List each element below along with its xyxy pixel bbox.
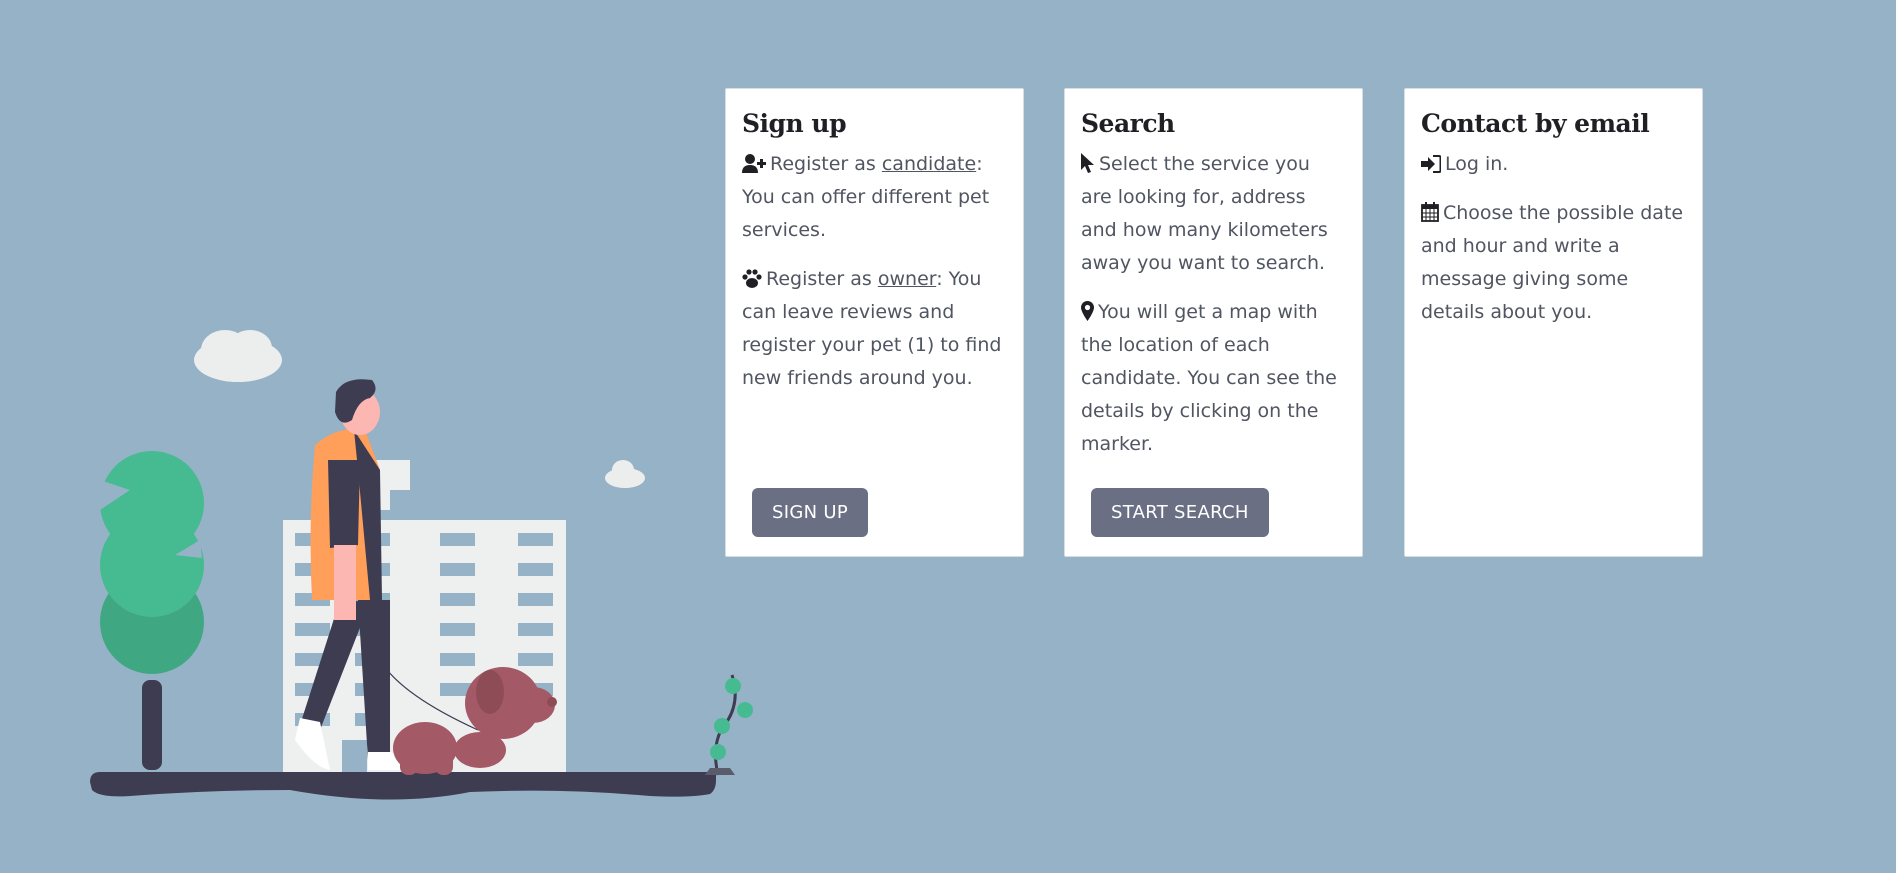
- cloud-small: [605, 460, 645, 488]
- paw-icon: [742, 269, 762, 288]
- candidate-link[interactable]: candidate: [882, 153, 976, 175]
- card-item: You will get a map with the location of …: [1081, 296, 1346, 461]
- user-plus-icon: [742, 154, 766, 173]
- item-text: Select the service you are looking for, …: [1081, 153, 1328, 274]
- card-item: Log in.: [1421, 148, 1686, 181]
- item-text: You will get a map with the location of …: [1081, 301, 1337, 455]
- card-sign-up: Sign up Register as candidate: You can o…: [725, 88, 1024, 557]
- card-contact-by-email: Contact by email Log in. Choose the poss…: [1404, 88, 1703, 557]
- card-item: Register as owner: You can leave reviews…: [742, 263, 1007, 395]
- card-item: Register as candidate: You can offer dif…: [742, 148, 1007, 247]
- calendar-icon: [1421, 202, 1439, 222]
- cloud-large: [194, 330, 282, 382]
- card-title: Contact by email: [1421, 109, 1650, 138]
- item-text: Register as: [766, 268, 878, 290]
- sign-in-icon: [1421, 155, 1441, 173]
- owner-link[interactable]: owner: [878, 268, 936, 290]
- cursor-icon: [1081, 153, 1094, 173]
- ground: [90, 772, 716, 800]
- tree: [100, 451, 204, 770]
- item-text: Choose the possible date and hour and wr…: [1421, 202, 1684, 323]
- card-item: Select the service you are looking for, …: [1081, 148, 1346, 280]
- start-search-button[interactable]: START SEARCH: [1091, 488, 1269, 537]
- plant: [705, 674, 753, 776]
- map-marker-icon: [1081, 301, 1094, 321]
- sign-up-button[interactable]: SIGN UP: [752, 488, 868, 537]
- person-walking-dog-illustration: [90, 330, 753, 800]
- card-title: Search: [1081, 109, 1175, 138]
- card-title: Sign up: [742, 109, 847, 138]
- card-item: Choose the possible date and hour and wr…: [1421, 197, 1686, 329]
- card-search: Search Select the service you are lookin…: [1064, 88, 1363, 557]
- item-text: Register as: [770, 153, 882, 175]
- item-text: Log in.: [1445, 153, 1509, 175]
